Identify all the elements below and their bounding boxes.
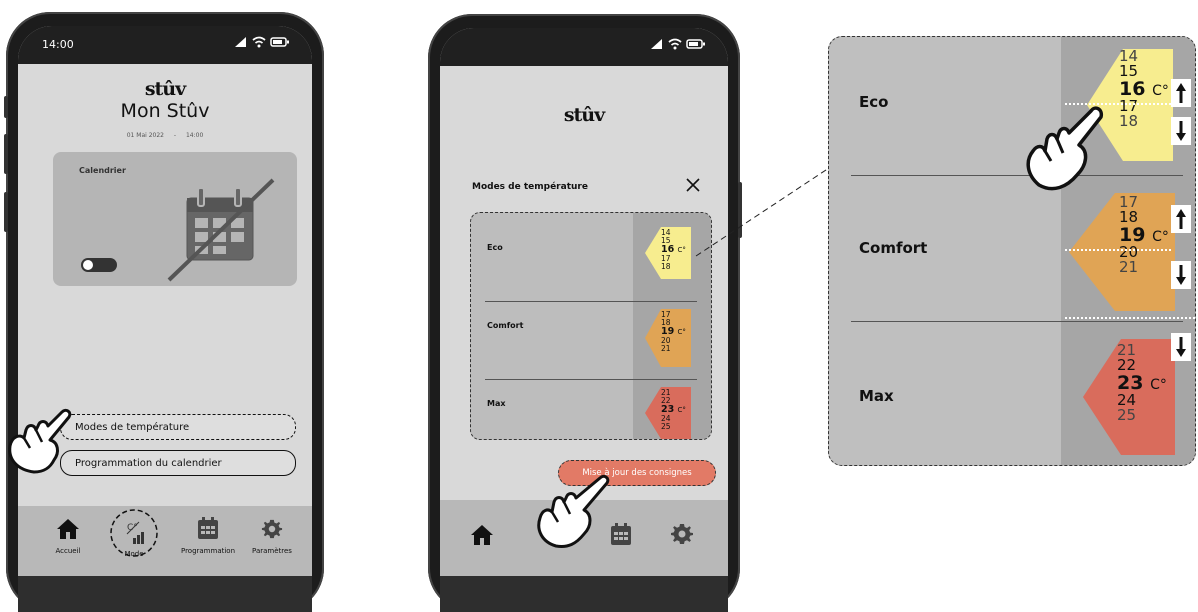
selection-guide-line	[1065, 317, 1195, 319]
nav-settings-label: Paramètres	[252, 547, 292, 555]
temp-value: 21	[661, 343, 671, 353]
date-text: 01 Mai 2022	[126, 132, 164, 139]
screen-bottom-area	[440, 576, 728, 612]
zoom-connector-line	[695, 165, 833, 257]
panel-title: Modes de température	[472, 182, 588, 192]
mode-comfort-values[interactable]: 17 18 19 C° 20 21	[661, 311, 686, 352]
eco-decrease-button[interactable]	[1171, 117, 1191, 145]
calendar-card-label: Calendrier	[79, 166, 126, 175]
nav-home[interactable]: Accueil	[38, 518, 98, 555]
temp-value: 18	[1119, 112, 1139, 131]
hand-pointer-icon	[8, 408, 72, 474]
side-button	[4, 192, 8, 232]
status-icons	[650, 38, 706, 50]
toggle-knob	[83, 260, 93, 270]
date-line: 01 Mai 2022 - 14:00	[18, 132, 312, 139]
screen-bottom-area	[18, 576, 312, 612]
calendar-programming-button[interactable]: Programmation du calendrier	[60, 450, 296, 476]
status-time: 14:00	[42, 38, 74, 51]
comfort-increase-button[interactable]	[1171, 205, 1191, 233]
page-title: Mon Stûv	[120, 100, 210, 122]
temp-value: 18	[661, 261, 671, 271]
arrow-up-icon	[1176, 83, 1186, 103]
home-icon[interactable]	[470, 524, 494, 546]
modes-temperature-button[interactable]: Modes de température	[60, 414, 296, 440]
hand-pointer-icon	[1026, 106, 1104, 191]
brand-logo: stûv	[563, 104, 605, 126]
temp-value: 21	[1119, 258, 1139, 277]
mode-max-values[interactable]: 21 22 23 C° 24 25	[661, 389, 686, 430]
zoom-mode-eco-label: Eco	[859, 93, 889, 111]
battery-icon	[686, 39, 705, 49]
divider	[485, 379, 697, 380]
gear-icon[interactable]	[670, 522, 694, 546]
side-button	[4, 96, 8, 118]
nav-home-label: Accueil	[55, 547, 81, 555]
status-icons	[234, 36, 290, 48]
date-time: 14:00	[185, 132, 204, 139]
bottom-nav: Accueil C° Mode Programmation Paramètres	[18, 506, 312, 576]
hand-pointer-icon	[537, 474, 610, 548]
zoom-mode-max-values[interactable]: 21 22 23 C° 24 25	[1117, 342, 1167, 425]
brand-logo: stûv	[144, 78, 186, 100]
zoom-mode-eco-values[interactable]: 14 15 16 C° 17 18	[1119, 48, 1169, 131]
side-button	[4, 134, 8, 174]
calendar-crossed-icon	[167, 178, 275, 282]
nav-schedule[interactable]: Programmation	[178, 516, 238, 555]
wifi-icon	[252, 36, 266, 48]
home-icon	[57, 519, 79, 539]
max-decrease-button[interactable]	[1171, 333, 1191, 361]
temp-value: 25	[1117, 406, 1137, 425]
mode-max-label: Max	[487, 399, 506, 408]
calendar-card[interactable]: Calendrier	[53, 152, 297, 286]
mode-eco-label: Eco	[487, 243, 503, 252]
wifi-icon	[668, 38, 682, 50]
calendar-programming-label: Programmation du calendrier	[75, 457, 222, 469]
date-separator: -	[173, 132, 177, 139]
divider	[485, 301, 697, 302]
nav-settings[interactable]: Paramètres	[242, 518, 302, 555]
mode-eco-values[interactable]: 14 15 16 C° 17 18	[661, 229, 686, 270]
phone-screen: 14:00 stûv Mon Stûv 01 Mai 2022 - 14:00 …	[18, 26, 312, 612]
signal-icon	[235, 37, 246, 47]
eco-increase-button[interactable]	[1171, 79, 1191, 107]
arrow-down-icon	[1176, 265, 1186, 285]
mode-comfort-label: Comfort	[487, 321, 524, 330]
calendar-toggle[interactable]	[81, 258, 117, 272]
phone-home: 14:00 stûv Mon Stûv 01 Mai 2022 - 14:00 …	[4, 12, 324, 612]
nav-schedule-label: Programmation	[180, 547, 236, 555]
zoom-mode-comfort-values[interactable]: 17 18 19 C° 20 21	[1119, 194, 1169, 277]
arrow-down-icon	[1176, 337, 1186, 357]
zoom-mode-max-label: Max	[859, 387, 894, 405]
zoom-panel: Eco 14 15 16 C° 17 18 Comfort 17 18 19 C…	[828, 36, 1196, 466]
comfort-decrease-button[interactable]	[1171, 261, 1191, 289]
temp-value: 25	[661, 421, 671, 431]
battery-icon	[270, 37, 289, 47]
arrow-up-icon	[1176, 209, 1186, 229]
signal-icon	[651, 39, 662, 49]
modes-temperature-label: Modes de température	[75, 421, 190, 433]
nav-mode[interactable]: C° Mode	[104, 508, 164, 558]
divider	[851, 321, 1183, 322]
zoom-mode-comfort-label: Comfort	[859, 239, 928, 257]
calendar-icon	[198, 517, 218, 539]
selection-guide-line	[1065, 249, 1171, 251]
temperature-modes-list: Eco 14 15 16 C° 17 18 Comfort 17 18 19 C…	[470, 212, 712, 440]
arrow-down-icon	[1176, 121, 1186, 141]
gear-icon	[261, 519, 283, 539]
